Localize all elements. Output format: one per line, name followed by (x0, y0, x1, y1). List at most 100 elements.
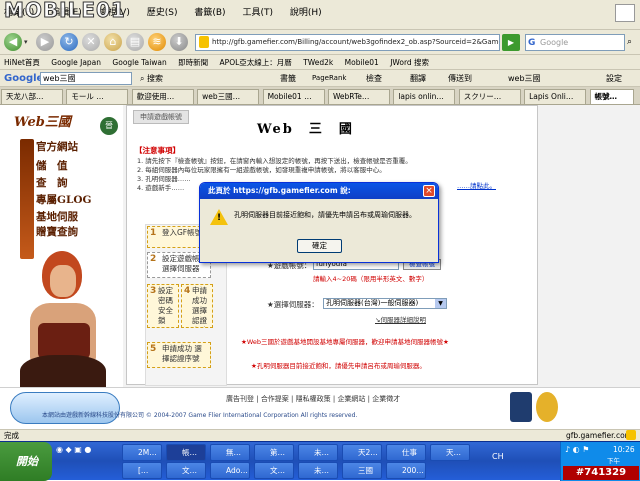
tab-item[interactable]: lapis onlin… (393, 89, 456, 104)
step-number: 1 (150, 228, 157, 238)
taskbar-item[interactable]: 未… (298, 444, 338, 461)
menu-history[interactable]: 歷史(S) (147, 5, 178, 18)
back-dropdown-icon[interactable]: ▾ (24, 33, 34, 51)
taskbar-item[interactable]: 文… (254, 462, 294, 479)
clock-time[interactable]: 10:26 (613, 445, 635, 454)
system-tray: ♪ ◐ ⚑ 10:26 下午 11:42 #741329 (560, 442, 640, 481)
sidebar-link-official-site[interactable]: 官方網站 (36, 139, 116, 158)
language-indicator[interactable]: CH (492, 452, 504, 461)
google-logo: Google (4, 73, 44, 84)
taskbar-item[interactable]: 200… (386, 462, 426, 479)
taskbar-item[interactable]: Ado… (210, 462, 250, 479)
bookmark-google-taiwan[interactable]: Google Taiwan (112, 55, 166, 69)
home-button[interactable]: ⌂ (104, 33, 122, 51)
footer-link-corporate[interactable]: 企業網站 (337, 395, 365, 403)
bookmark-google-japan[interactable]: Google Japan (51, 55, 101, 69)
footer-link-partner[interactable]: 合作提案 (261, 395, 289, 403)
tab-item[interactable]: web三國… (197, 89, 260, 104)
page-title: Web 三 國 (257, 122, 354, 137)
tab-item[interactable]: Lapis Onli… (524, 89, 587, 104)
notice-link[interactable]: ……請點此。 (457, 180, 496, 190)
quick-launch-icon[interactable]: ◉ (56, 445, 63, 454)
go-button[interactable]: ▶ (502, 34, 520, 51)
taskbar-item[interactable]: 未… (298, 462, 338, 479)
taskbar-item[interactable]: 2M… (122, 444, 162, 461)
taskbar-item[interactable]: 第… (254, 444, 294, 461)
web-page: Web三國 晉 官方網站 儲 值 查 詢 專屬GLOG 基地伺服 贈寶查詢 申請… (0, 105, 640, 429)
bookmark-news[interactable]: 即時新聞 (178, 55, 208, 69)
server-select[interactable]: 孔明伺服器(台灣)一般伺服器) ▼ (323, 298, 447, 309)
tab-item[interactable]: 天龙八部… (1, 89, 63, 104)
google-toolbar-send[interactable]: 傳送到 (448, 70, 472, 86)
quick-launch-icon[interactable]: ▣ (74, 445, 82, 454)
bookmark-twed2k[interactable]: TWed2k (303, 55, 333, 69)
tab-item[interactable]: WebRTe… (327, 89, 390, 104)
tab-item[interactable]: Mobile01 … (262, 89, 325, 104)
start-button[interactable]: 開始 (0, 442, 52, 481)
quick-launch-icon[interactable]: ● (84, 445, 91, 454)
step-text: 申請成功 選擇 認證序號 (192, 286, 207, 327)
site-footer: 廣告刊登 | 合作提案 | 隱私權政策 | 企業網站 | 企業徵才 本網站由遊戲… (0, 387, 640, 429)
menu-bookmarks[interactable]: 書籤(B) (194, 5, 225, 18)
chevron-down-icon[interactable]: ▼ (435, 299, 446, 308)
search-magnifier-icon[interactable]: ⌕ (627, 35, 638, 50)
tab-item-active[interactable]: 帳號… (589, 89, 634, 104)
footer-link-careers[interactable]: 企業徵才 (372, 395, 400, 403)
bookmark-hinet[interactable]: HiNet首頁 (4, 55, 40, 69)
print-button[interactable]: ▤ (126, 33, 144, 51)
google-toolbar-input[interactable]: web三國 (40, 72, 132, 85)
tray-icon[interactable]: ◐ (573, 445, 580, 454)
tab-item[interactable]: スクリー… (458, 89, 521, 104)
google-toolbar-translate[interactable]: 翻譯 (410, 70, 426, 86)
character-face (50, 265, 76, 297)
google-toolbar: Google web三國 ⌕ 搜索 書籤 PageRank 檢查 翻譯 傳送到 … (0, 70, 640, 87)
taskbar-item[interactable]: 三國 (342, 462, 382, 479)
forward-button[interactable]: ▶ (36, 33, 54, 51)
tray-icon[interactable]: ⚑ (582, 445, 589, 454)
tab-item[interactable]: 歡迎使用… (131, 89, 194, 104)
quick-launch-icon[interactable]: ◆ (66, 445, 72, 454)
bookmark-apol[interactable]: APOL亞太線上：月曆 (220, 55, 292, 69)
google-toolbar-bookmarks[interactable]: 書籤 (280, 70, 296, 86)
footer-link-ads[interactable]: 廣告刊登 (226, 395, 254, 403)
back-button[interactable]: ◀ (4, 33, 22, 51)
alert-dialog: 此頁於 https://gfb.gamefier.com 說: × ! 孔明伺服… (199, 182, 439, 263)
award-badge-icon (536, 392, 558, 422)
google-search-box[interactable]: G Google (525, 34, 625, 51)
footer-link-privacy[interactable]: 隱私權政策 (296, 395, 331, 403)
download-button[interactable]: ⬇ (170, 33, 188, 51)
status-domain: gfb.gamefier.com (566, 431, 632, 440)
stop-button[interactable]: ✕ (82, 33, 100, 51)
bookmark-jword[interactable]: JWord 搜索 (390, 55, 429, 69)
tray-icon[interactable]: ♪ (565, 445, 570, 454)
taskbar-item[interactable]: 天2… (342, 444, 382, 461)
taskbar-item[interactable]: 天… (430, 444, 470, 461)
bookmark-mobile01[interactable]: Mobile01 (345, 55, 379, 69)
close-icon[interactable]: × (423, 185, 435, 197)
taskbar-item[interactable]: 仕事 (386, 444, 426, 461)
taskbar-item[interactable]: [… (122, 462, 162, 479)
taskbar-item[interactable]: 無… (210, 444, 250, 461)
google-toolbar-search-button[interactable]: ⌕ 搜索 (140, 70, 164, 86)
sidebar-link-gift-query[interactable]: 贈寶查詢 (36, 224, 116, 243)
rss-button[interactable]: ≋ (148, 33, 166, 51)
server-full-note: ★孔明伺服器目前接近飽和，請優先申請呂布或周瑜伺服器。 (251, 362, 426, 370)
google-toolbar-settings[interactable]: 設定 (606, 70, 622, 86)
reload-button[interactable]: ↻ (60, 33, 78, 51)
server-detail-link[interactable]: ↘伺服器詳細說明 (375, 314, 426, 324)
google-search-label: 搜索 (147, 74, 164, 83)
google-toolbar-pagerank[interactable]: PageRank (312, 70, 346, 86)
web3guo-logo: Web三國 (14, 115, 71, 130)
footer-links: 廣告刊登 | 合作提案 | 隱私權政策 | 企業網站 | 企業徵才 (226, 395, 401, 403)
address-bar[interactable]: http://gfb.gamefier.com/Billing/account/… (195, 34, 500, 51)
google-toolbar-check[interactable]: 檢查 (366, 70, 382, 86)
notice-line: 2. 每組伺服器內每位玩家限擁有一組遊戲帳號，如發現重複申請帳號，將以客服中心。 (137, 166, 386, 174)
menu-tools[interactable]: 工具(T) (242, 5, 273, 18)
menu-help[interactable]: 說明(H) (290, 5, 322, 18)
google-toolbar-highlight[interactable]: web三國 (508, 70, 541, 86)
ok-button[interactable]: 確定 (297, 239, 342, 253)
taskbar-item[interactable]: 文… (166, 462, 206, 479)
thread-id-badge: #741329 (563, 466, 639, 480)
tab-item[interactable]: モール … (66, 89, 129, 104)
taskbar-item-active[interactable]: 帳… (166, 444, 206, 461)
